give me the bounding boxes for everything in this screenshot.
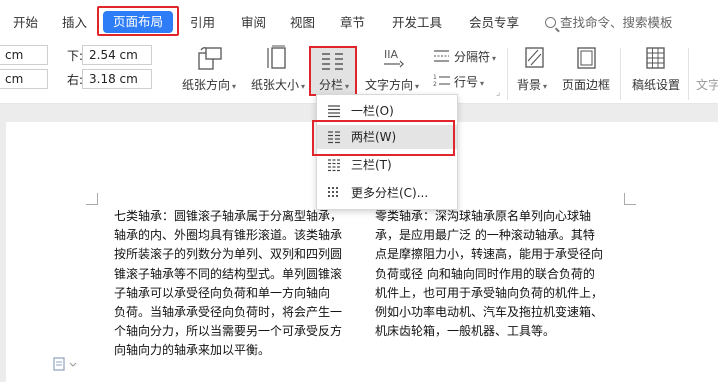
margin-right-left-field[interactable]: cm xyxy=(0,69,48,89)
line-number-button[interactable]: 行号 ▾ xyxy=(454,73,484,90)
left-column-line: 向轴向力的轴承来加以平衡。 xyxy=(114,343,271,358)
right-column-line: 机床齿轮箱，一般机器、工具等。 xyxy=(375,324,556,339)
left-column-line: 锥滚子轴承等不同的结构型式。单列圆锥滚 xyxy=(114,266,343,281)
margin-corner-mark xyxy=(86,193,98,205)
left-column-line: 负荷。当轴承承受径向负荷时，将会产生一 xyxy=(114,305,343,320)
orientation-icon[interactable] xyxy=(196,45,224,71)
chevron-down-icon: ▾ xyxy=(301,82,306,91)
search-placeholder: 查找命令、搜索模板 xyxy=(560,15,673,30)
menu-bar: 开始 插入 页面布局 引用 审阅 视图 章节 开发工具 会员专享 查找命令、搜索… xyxy=(0,0,718,42)
right-column-text[interactable]: 零类轴承：深沟球轴承原名单列向心球轴 承，是应用最广泛 的一种滚动轴承。其特 点… xyxy=(375,207,603,341)
right-column-line: 承，是应用最广泛 的一种滚动轴承。其特 xyxy=(375,228,595,243)
chevron-down-icon: ▾ xyxy=(543,82,548,91)
orientation-button[interactable]: 纸张方向 ▾ xyxy=(182,76,236,93)
margin-right-field[interactable]: 3.18 cm xyxy=(82,69,152,89)
right-column-line: 负荷或径 向和轴向同时作用的联合负荷的 xyxy=(375,266,595,281)
right-column-line: 点是摩擦阻力小，转速高，能用于承受径向 xyxy=(375,247,604,262)
separator-icon xyxy=(434,50,449,62)
dropdown-item-label: 更多分栏(C)... xyxy=(351,186,429,200)
chevron-down-icon: ▾ xyxy=(415,82,420,91)
text-direction-icon[interactable]: IIA xyxy=(380,46,406,72)
paper-size-button[interactable]: 纸张大小 ▾ xyxy=(251,76,305,93)
background-label: 背景 xyxy=(517,78,542,92)
search-icon xyxy=(545,17,556,28)
menu-item-page-layout[interactable]: 页面布局 xyxy=(103,11,173,33)
margin-left-field[interactable]: cm xyxy=(0,45,48,65)
paper-setting-label: 稿纸设置 xyxy=(632,78,681,92)
left-column-line: 个轴向分力，所以当需要另一个可承受反方 xyxy=(114,324,343,339)
right-column-line: 机件上，也可用于承受轴向负荷的机件上， xyxy=(375,285,604,300)
orientation-label: 纸张方向 xyxy=(182,78,231,92)
chevron-down-icon: ▾ xyxy=(492,54,497,63)
margin-right-label: 右: xyxy=(67,73,84,87)
text-tool-label: 文字 xyxy=(696,78,718,92)
more-columns-icon xyxy=(328,187,338,197)
line-number-icon: 1 2 xyxy=(433,74,450,87)
menu-item-reference[interactable]: 引用 xyxy=(190,12,215,31)
menu-item-start[interactable]: 开始 xyxy=(13,12,38,31)
three-columns-icon xyxy=(328,159,340,172)
menu-item-insert[interactable]: 插入 xyxy=(62,12,87,31)
text-direction-label: 文字方向 xyxy=(365,78,414,92)
one-column-icon xyxy=(328,105,340,118)
page-border-button[interactable]: 页面边框 xyxy=(562,76,610,93)
right-column-line: 例如小功率电动机、汽车及拖拉机变速箱、 xyxy=(375,305,604,320)
margin-bottom-label: 下: xyxy=(67,49,84,63)
margin-bottom-field[interactable]: 2.54 cm xyxy=(82,45,152,65)
menu-item-member[interactable]: 会员专享 xyxy=(469,12,519,31)
page-border-icon[interactable] xyxy=(576,46,598,70)
left-column-line: 按所装滚子的列数分为单列、双列和四列圆 xyxy=(114,247,343,262)
background-button[interactable]: 背景 ▾ xyxy=(517,76,547,93)
paste-options-icon[interactable] xyxy=(52,356,80,372)
group-expand-icon[interactable]: ⌟ xyxy=(496,88,500,98)
left-column-line: 轴承的内、外圈均具有锥形滚道。该类轴承 xyxy=(114,228,343,243)
dropdown-item-three-columns[interactable]: 三栏(T) xyxy=(317,153,457,177)
grid-paper-icon[interactable] xyxy=(645,46,667,70)
separator-button[interactable]: 分隔符 ▾ xyxy=(454,48,496,65)
menu-item-chapter[interactable]: 章节 xyxy=(340,12,365,31)
menu-item-view[interactable]: 视图 xyxy=(290,12,315,31)
paper-size-icon[interactable] xyxy=(265,45,291,71)
paper-size-label: 纸张大小 xyxy=(251,78,300,92)
left-column-text[interactable]: 七类轴承：圆锥滚子轴承属于分离型轴承， 轴承的内、外圈均具有锥形滚道。该类轴承 … xyxy=(114,207,342,361)
dropdown-item-more-columns[interactable]: 更多分栏(C)... xyxy=(317,181,457,205)
dropdown-item-label: 三栏(T) xyxy=(351,158,392,172)
svg-text:IIA: IIA xyxy=(384,48,398,61)
columns-highlight-box xyxy=(309,46,357,96)
ribbon-divider xyxy=(620,48,621,100)
left-column-line: 七类轴承：圆锥滚子轴承属于分离型轴承， xyxy=(114,209,343,223)
menu-item-review[interactable]: 审阅 xyxy=(241,12,266,31)
text-tool-button[interactable]: 文字 xyxy=(696,76,718,93)
margin-corner-mark xyxy=(624,193,636,205)
ribbon-divider xyxy=(507,48,508,100)
menu-item-developer[interactable]: 开发工具 xyxy=(392,12,442,31)
chevron-down-icon: ▾ xyxy=(480,79,485,88)
background-icon[interactable] xyxy=(524,46,546,70)
left-column-line: 子轴承可以承受径向负荷和单一方向轴向 xyxy=(114,285,331,300)
chevron-down-icon: ▾ xyxy=(232,82,237,91)
separator-label: 分隔符 xyxy=(454,50,491,64)
svg-text:2: 2 xyxy=(433,81,437,87)
text-direction-button[interactable]: 文字方向 ▾ xyxy=(365,76,419,93)
ribbon-divider xyxy=(688,48,689,100)
two-columns-highlight-box xyxy=(312,120,455,156)
search-box[interactable]: 查找命令、搜索模板 xyxy=(545,12,673,31)
svg-text:1: 1 xyxy=(433,74,437,81)
paper-setting-button[interactable]: 稿纸设置 xyxy=(632,76,680,93)
page-border-label: 页面边框 xyxy=(562,78,611,92)
line-number-label: 行号 xyxy=(454,75,479,89)
